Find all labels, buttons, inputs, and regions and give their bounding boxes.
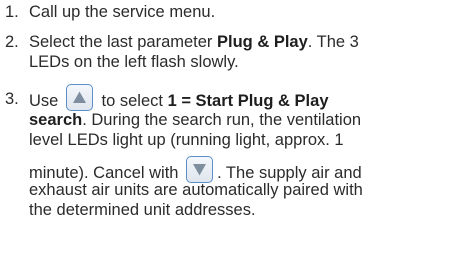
- step-text: Call up the service menu.: [29, 3, 216, 21]
- step-number: 3.: [5, 90, 19, 108]
- step-text: exhaust air units are automatically pair…: [29, 181, 363, 199]
- step-text: . The supply air and: [217, 164, 362, 182]
- option-name: 1 = Start Plug & Play: [167, 92, 329, 110]
- step-text: the determined unit addresses.: [29, 201, 256, 219]
- step-text: level LEDs light up (running light, appr…: [29, 131, 344, 149]
- parameter-name: Plug & Play: [217, 33, 308, 51]
- step-text: Use: [29, 92, 63, 110]
- step-number: 2.: [5, 33, 19, 51]
- step-text: Select the last parameter: [29, 33, 218, 51]
- step-text: . The 3: [307, 33, 359, 51]
- step-number: 1.: [5, 3, 19, 21]
- option-name: search: [29, 111, 83, 129]
- down-arrow-button-icon: [186, 156, 214, 183]
- step-text: LEDs on the left flash slowly.: [29, 53, 239, 71]
- step-text: . During the search run, the ventilation: [82, 111, 362, 129]
- step-text: to select: [96, 92, 168, 110]
- up-arrow-button-icon: [65, 84, 93, 111]
- step-text: minute). Cancel with: [29, 164, 184, 182]
